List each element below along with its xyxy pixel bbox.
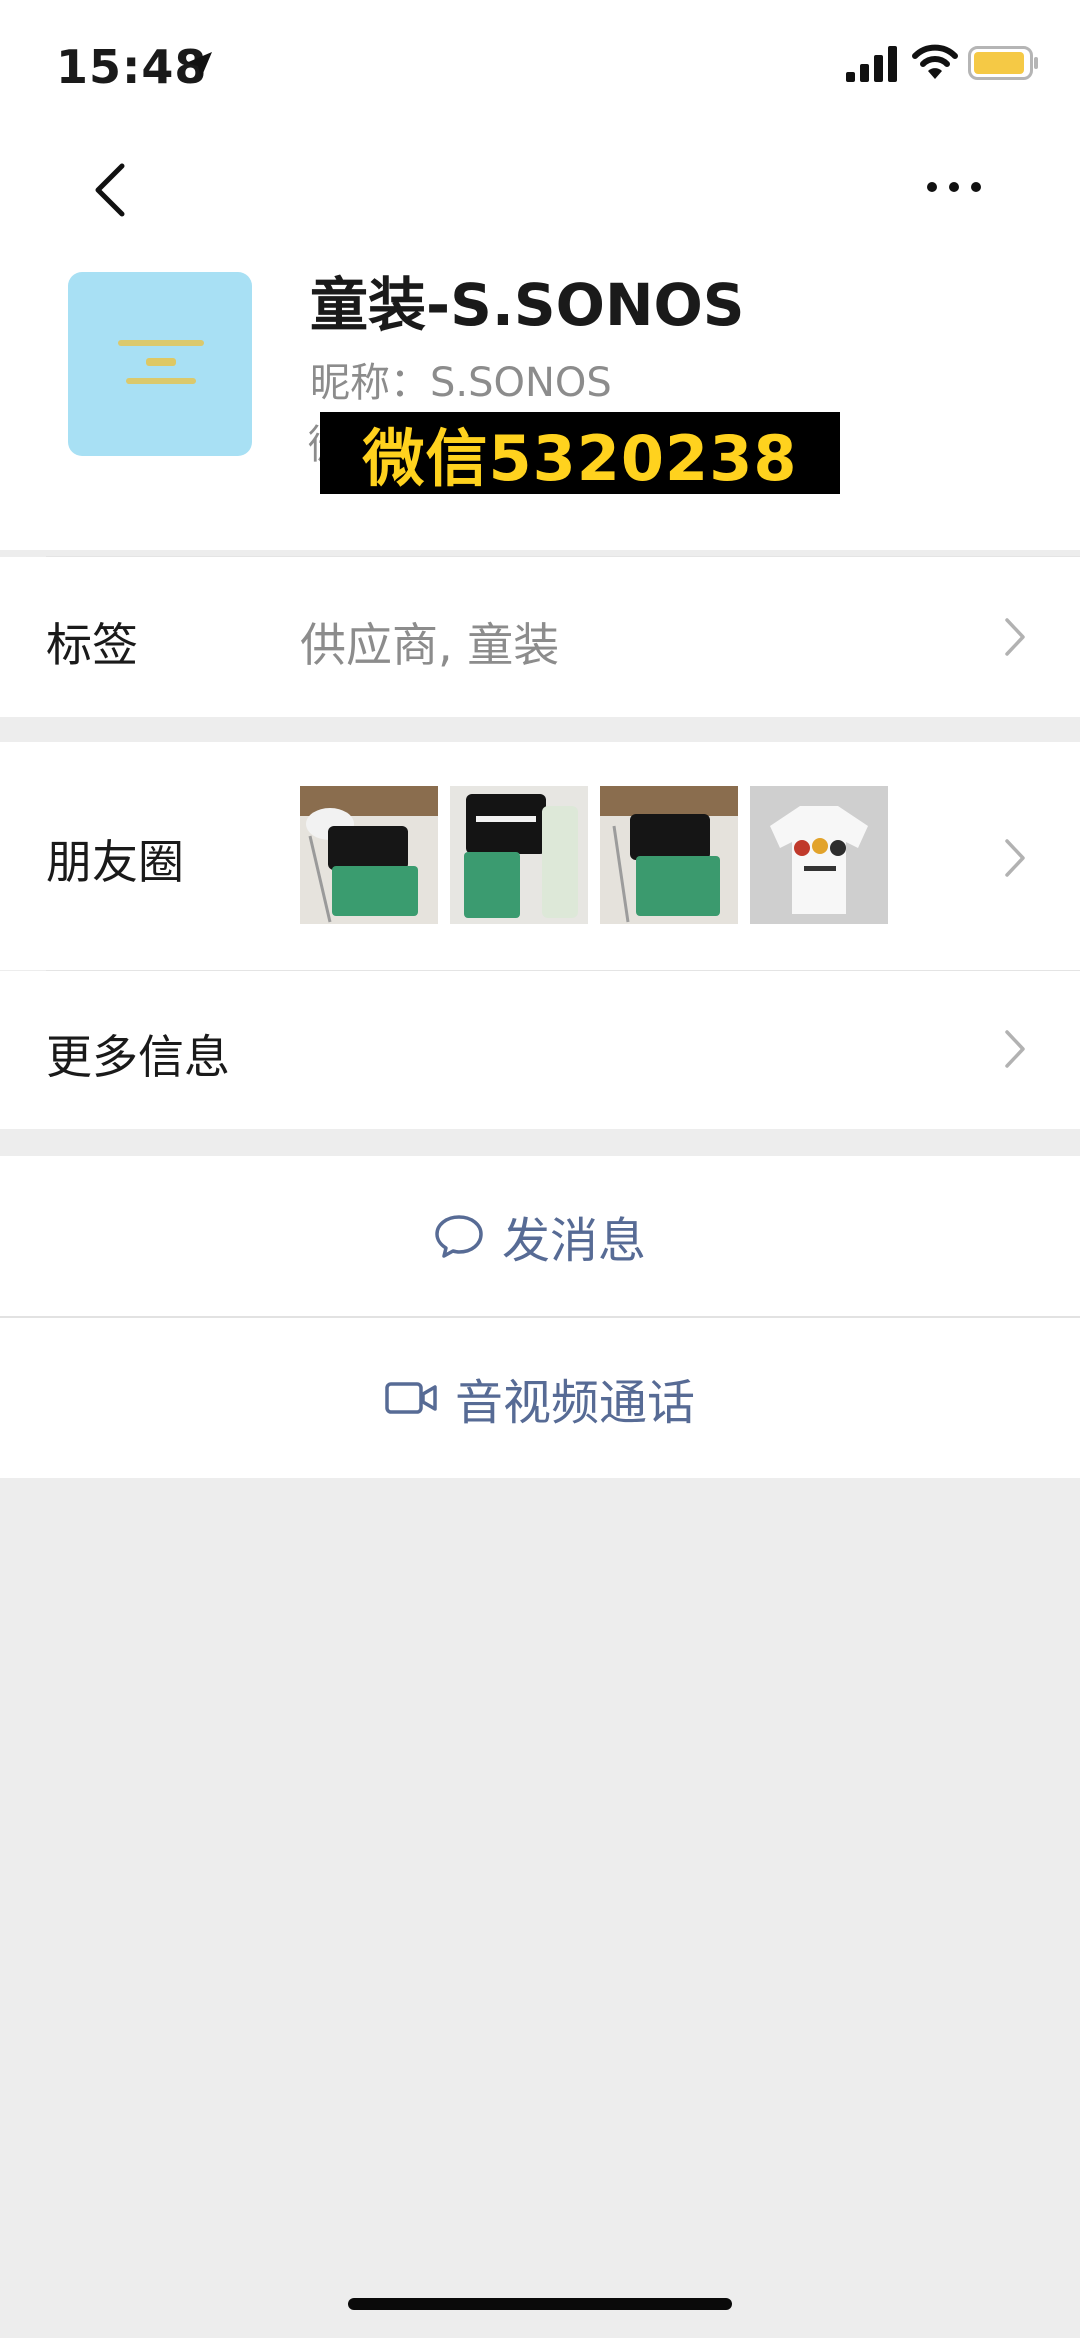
send-message-label: 发消息 xyxy=(501,1213,646,1269)
chevron-right-icon xyxy=(1005,618,1025,656)
chevron-right-icon xyxy=(1005,839,1025,877)
thumbnail-clothing-2 xyxy=(450,786,588,924)
video-call-button[interactable]: 音视频通话 xyxy=(0,1318,1080,1478)
tags-value: 供应商, 童装 xyxy=(300,618,560,672)
profile-name: 童装-S.SONOS xyxy=(310,271,745,339)
chat-bubble-icon xyxy=(435,1215,483,1258)
back-arrow-icon[interactable] xyxy=(88,160,132,220)
thumbnail-clothing-3 xyxy=(600,786,738,924)
moments-thumbnail-3[interactable] xyxy=(600,786,738,924)
moments-thumbnail-2[interactable] xyxy=(450,786,588,924)
more-info-row[interactable]: 更多信息 xyxy=(0,971,1080,1129)
home-indicator[interactable] xyxy=(348,2298,732,2310)
more-dots-icon[interactable] xyxy=(922,172,986,202)
video-camera-icon xyxy=(385,1382,437,1414)
video-call-label: 音视频通话 xyxy=(454,1375,695,1431)
battery-icon xyxy=(968,46,1038,80)
avatar[interactable] xyxy=(68,272,252,456)
thumbnail-clothing-1 xyxy=(300,786,438,924)
profile-nickname: 昵称：S.SONOS xyxy=(310,360,612,406)
tags-row[interactable]: 标签 供应商, 童装 xyxy=(0,557,1080,717)
chevron-right-icon xyxy=(1005,1030,1025,1068)
tags-label: 标签 xyxy=(46,618,138,672)
avatar-logo-art xyxy=(118,340,204,384)
moments-thumbnail-1[interactable] xyxy=(300,786,438,924)
status-bar: 15:48 xyxy=(0,0,1080,130)
moments-label: 朋友圈 xyxy=(46,835,184,889)
thumbnail-clothing-4 xyxy=(750,786,888,924)
wifi-icon xyxy=(912,44,958,79)
overlay-banner: 微信5320238 xyxy=(320,412,840,495)
location-arrow-icon xyxy=(186,52,212,78)
more-info-label: 更多信息 xyxy=(46,1030,230,1084)
cellular-signal-icon xyxy=(846,46,897,82)
moments-thumbnail-4[interactable] xyxy=(750,786,888,924)
send-message-button[interactable]: 发消息 xyxy=(0,1156,1080,1316)
